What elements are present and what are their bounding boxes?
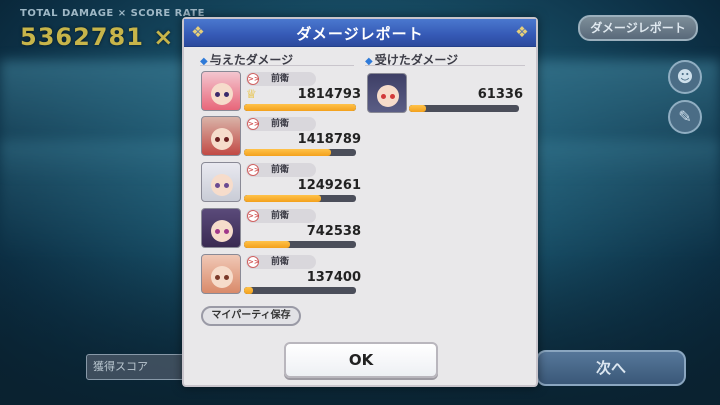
- received-damage-bar-fill: [409, 105, 426, 112]
- next-button[interactable]: 次へ: [536, 350, 686, 386]
- role-pill: >> 前衛: [246, 72, 316, 86]
- role-icon: >>: [247, 210, 260, 222]
- role-label: 前衛: [271, 74, 290, 84]
- given-row: >> 前衛 1418789: [201, 116, 361, 160]
- role-icon: >>: [247, 118, 260, 130]
- received-row: 61336: [367, 73, 523, 117]
- given-row: >> 前衛 1249261: [201, 162, 361, 206]
- damage-bar: [244, 104, 356, 111]
- edit-icon[interactable]: ✎: [668, 100, 702, 134]
- damage-value: 1418789: [297, 132, 361, 147]
- role-label: 前衛: [271, 211, 290, 221]
- enemy-portrait[interactable]: [367, 73, 407, 113]
- damage-bar-fill: [244, 287, 253, 294]
- role-label: 前衛: [271, 257, 290, 267]
- damage-bar: [244, 195, 356, 202]
- dialog-title: ダメージレポート: [296, 25, 424, 43]
- person-icon[interactable]: ☻: [668, 60, 702, 94]
- received-damage-value: 61336: [477, 87, 523, 102]
- given-row: >> 前衛 742538: [201, 208, 361, 252]
- role-icon: >>: [247, 73, 260, 85]
- role-pill: >> 前衛: [246, 255, 316, 269]
- dialog-header: ❖ ダメージレポート ❖: [184, 19, 536, 47]
- save-party-button[interactable]: マイパーティ保存: [201, 306, 301, 326]
- role-icon: >>: [247, 256, 260, 268]
- role-label: 前衛: [271, 165, 290, 175]
- given-row: >> 前衛 137400: [201, 254, 361, 298]
- ok-button[interactable]: OK: [284, 342, 438, 378]
- damage-value: 137400: [306, 270, 361, 285]
- damage-value: 742538: [306, 224, 361, 239]
- damage-bar-fill: [244, 195, 322, 202]
- role-icon: >>: [247, 164, 260, 176]
- received-divider: [365, 65, 525, 66]
- given-row: >> 前衛 ♕ 1814793: [201, 71, 361, 115]
- role-pill: >> 前衛: [246, 117, 316, 131]
- damage-report-button[interactable]: ダメージレポート: [578, 15, 698, 41]
- role-pill: >> 前衛: [246, 163, 316, 177]
- character-portrait[interactable]: [201, 116, 241, 156]
- damage-report-dialog: ❖ ダメージレポート ❖ ◆ 与えたダメージ ◆ 受けたダメージ >> 前衛 ♕ 18…: [182, 17, 538, 387]
- given-divider: [200, 65, 354, 66]
- damage-value: 1249261: [297, 178, 361, 193]
- damage-bar-fill: [244, 149, 332, 156]
- damage-bar-fill: [244, 241, 290, 248]
- damage-bar: [244, 241, 356, 248]
- crown-icon: ♕: [246, 87, 257, 101]
- corner-ornament-icon: ❖: [515, 23, 529, 41]
- character-portrait[interactable]: [201, 254, 241, 294]
- damage-bar-fill: [244, 104, 356, 111]
- role-pill: >> 前衛: [246, 209, 316, 223]
- character-portrait[interactable]: [201, 71, 241, 111]
- character-portrait[interactable]: [201, 208, 241, 248]
- damage-bar: [244, 287, 356, 294]
- damage-bar: [244, 149, 356, 156]
- character-portrait[interactable]: [201, 162, 241, 202]
- role-label: 前衛: [271, 119, 290, 129]
- damage-value: 1814793: [297, 87, 361, 102]
- received-damage-bar: [409, 105, 519, 112]
